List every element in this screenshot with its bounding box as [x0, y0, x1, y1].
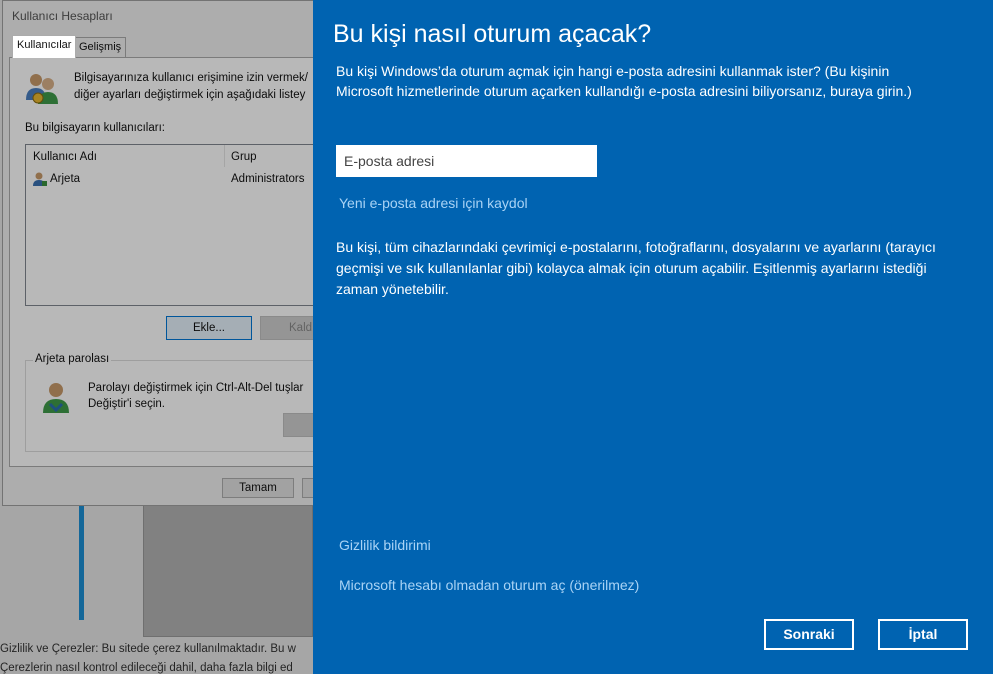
privacy-link[interactable]: Gizlilik bildirimi [339, 537, 431, 553]
flyout-description: Bu kişi Windows’da oturum açmak için han… [336, 63, 912, 99]
cancel-button[interactable]: İptal [878, 619, 968, 650]
flyout-title: Bu kişi nasıl oturum açacak? [333, 20, 652, 48]
email-field[interactable] [336, 145, 597, 177]
flyout-info: Bu kişi, tüm cihazlarındaki çevrimiçi e-… [336, 239, 936, 297]
account-flyout: Bu kişi nasıl oturum açacak? Bu kişi Win… [313, 0, 993, 674]
no-account-link[interactable]: Microsoft hesabı olmadan oturum aç (öner… [339, 577, 639, 593]
signup-link[interactable]: Yeni e-posta adresi için kaydol [339, 195, 528, 211]
tab-users[interactable]: Kullanıcılar [12, 35, 77, 58]
next-button[interactable]: Sonraki [763, 618, 855, 651]
modal-dim-overlay [0, 0, 313, 674]
